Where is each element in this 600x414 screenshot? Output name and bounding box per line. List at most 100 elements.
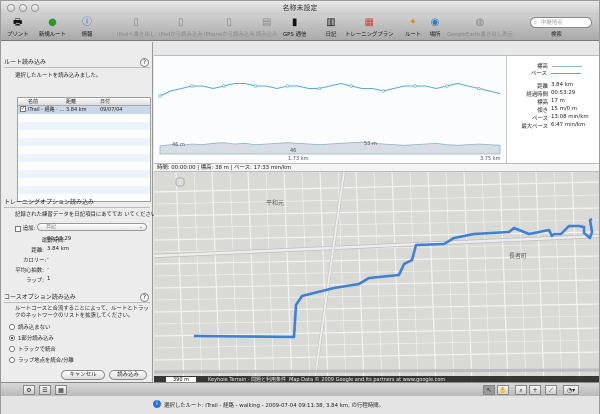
help-icon[interactable]: ? <box>140 293 149 302</box>
pace-point <box>253 84 258 88</box>
status-text: 選択したルート: iTrail - 経路 - walking - 2009-07… <box>164 403 384 409</box>
stat-value: 6:47 min/km <box>551 122 586 128</box>
pace-point <box>317 86 321 91</box>
route-table[interactable]: 名前 距離 日付 ✓ iTrail - 経路 · ... 3.84 km 09/… <box>17 97 151 202</box>
table-row-empty <box>18 114 150 122</box>
training-plan-button[interactable]: ▦ トレーニングプラン <box>345 16 394 38</box>
legend-pace: ペース <box>531 69 581 77</box>
avg-heart-rate-value: - <box>47 266 49 272</box>
cancel-button[interactable]: キャンセル <box>61 370 105 380</box>
pace-point <box>158 94 162 98</box>
title-bar: 名称未設定 <box>1 1 599 15</box>
search-icon: ⌕ <box>534 20 538 26</box>
radio-merge-laps[interactable]: ラップ地点を統合/分離 <box>9 356 74 364</box>
chart-annotation-46m: 46 m <box>172 142 185 148</box>
grid-view-button[interactable]: ▦ <box>55 385 67 395</box>
map-svg: 平和元 長者町 <box>154 172 599 385</box>
crosshair-tool-button[interactable]: + <box>529 385 541 395</box>
training-import-header: トレーニングオプション読み込み <box>4 198 150 208</box>
search-input[interactable]: ⌕ 中継地点 <box>530 17 592 28</box>
stat-label: 距離 <box>537 84 548 90</box>
calories-label: カロリー: <box>23 258 47 264</box>
help-icon[interactable]: ? <box>140 58 149 67</box>
ipod-export-button[interactable]: ▯ iPodへ書き出し <box>117 16 155 38</box>
pace-point <box>445 84 449 88</box>
pace-point <box>349 84 353 88</box>
map-view[interactable]: 平和元 長者町 390 m Keyhole Terrain · 問題と利用条件 … <box>154 172 599 385</box>
radio-no-import[interactable]: 読み込まない <box>9 323 50 331</box>
table-row-empty <box>18 154 150 162</box>
magnifier-icon: ⌕ <box>519 387 523 394</box>
zoom-tool-button[interactable]: ⌕ <box>515 385 527 395</box>
pointer-tool-button[interactable]: ↖ <box>483 385 495 395</box>
zoom-window-button[interactable] <box>31 4 39 12</box>
chart-hover-status: 時間: 00:00:00 | 標高: 38 m | ペース: 17:33 min… <box>154 163 599 172</box>
route-import-instruction: 選択したルートを読み込みました。 <box>15 73 102 79</box>
crosshair-icon: + <box>532 387 538 394</box>
stat-label: 最大ペース <box>521 124 548 130</box>
list-view-button[interactable]: ☰ <box>39 385 51 395</box>
duration-value: 00:53:29 <box>47 236 72 242</box>
left-panel: ルート読み込み ? 選択したルートを読み込みました。 名前 距離 日付 ✓ iT… <box>1 42 162 382</box>
measure-tool-button[interactable]: ⟋ <box>545 385 557 395</box>
import-confirm-button[interactable]: 読み込み <box>109 370 147 380</box>
grid-icon: ▦ <box>58 387 64 394</box>
training-import-instruction: 記録された練習データを日記項目にあててお いてください。 <box>15 212 162 218</box>
stat-value: 17 m <box>551 98 565 104</box>
import-icon: ▤ <box>262 17 272 28</box>
distance-value: 3.84 km <box>47 246 70 252</box>
new-route-button[interactable]: ● 新規ルート <box>39 16 66 38</box>
window-title: 名称未設定 <box>282 4 318 12</box>
pace-point <box>477 86 481 91</box>
route-import-header: ルート読み込み ? <box>4 58 150 68</box>
route-icon: ✦ <box>408 17 418 28</box>
table-row[interactable]: ✓ iTrail - 経路 · ... 3.84 km 09/07/04 <box>18 106 150 114</box>
map-label-heiwamoto: 平和元 <box>266 199 284 207</box>
legend-elevation-line <box>551 66 582 67</box>
radio-merge-track[interactable]: トラックで統合 <box>9 345 56 353</box>
stat-label: 傾き <box>537 108 548 114</box>
route-button[interactable]: ✦ ルート <box>405 16 421 38</box>
elevation-pace-chart[interactable]: 46 m 46 53 m 1.73 km 3.75 km <box>154 55 506 164</box>
radio-partial-import[interactable]: 1部分読み込み <box>9 334 54 342</box>
laps-label: ラップ: <box>26 278 44 284</box>
map-zoom-control[interactable] <box>175 177 185 187</box>
iphone-import-button[interactable]: ▯ iPhoneから読み込み <box>204 16 255 38</box>
info-button[interactable]: ⓘ 情報 <box>81 16 93 38</box>
printer-icon: 🖶 <box>13 17 23 28</box>
stat-value: 13:08 min/km <box>551 114 589 120</box>
toolbar: 🖶 プリント ● 新規ルート ⓘ 情報 ▯ iPodへ書き出し ▯ iPodから読み込み … <box>1 15 599 41</box>
print-button[interactable]: 🖶 プリント <box>7 16 29 38</box>
table-row-empty <box>18 178 150 186</box>
legend-pace-line <box>550 73 581 74</box>
minimize-window-button[interactable] <box>19 4 27 12</box>
place-button[interactable]: ◉ 場所 <box>429 16 441 38</box>
settings-gear-button[interactable]: ⚙ <box>23 385 35 395</box>
table-row-empty <box>18 162 150 170</box>
app-window: 名称未設定 🖶 プリント ● 新規ルート ⓘ 情報 ▯ iPodへ書き出し ▯ iPodか… <box>0 0 600 414</box>
gear-icon: ⚙ <box>26 387 32 394</box>
google-earth-button[interactable]: ◍ GoogleEarth書き出し表示 <box>447 16 513 38</box>
hand-tool-button[interactable]: ✋ <box>497 385 509 395</box>
ipod-export-icon: ▯ <box>133 17 139 28</box>
ipod-import-button[interactable]: ▯ iPodから読み込み <box>159 16 203 38</box>
diary-button[interactable]: ▥ 日記 <box>325 16 337 38</box>
ipod-import-icon: ▯ <box>178 17 184 28</box>
add-target-select[interactable]: 日記 ⌄ <box>37 223 147 231</box>
calories-value: - <box>47 256 49 262</box>
gps-icon: ▮ <box>291 17 298 28</box>
import-button[interactable]: ▤ 読み込み <box>256 16 278 38</box>
chevron-down-icon: ◔▾ <box>566 387 576 394</box>
close-window-button[interactable] <box>7 4 15 12</box>
gps-button[interactable]: ▮ GPS 通信 <box>283 16 306 38</box>
stat-value: 00:53:29 <box>551 90 576 96</box>
add-checkbox[interactable]: 追加: <box>15 224 35 232</box>
ruler-icon: ⟋ <box>548 387 554 394</box>
stat-label: ペース <box>532 116 548 122</box>
arrow-icon: ↖ <box>486 387 492 394</box>
options-menu-button[interactable]: ◔▾ <box>563 385 579 395</box>
calendar-icon: ▦ <box>364 17 374 28</box>
chevron-down-icon: ⌄ <box>138 224 143 230</box>
laps-value: 1 <box>47 276 51 282</box>
avg-heart-rate-label: 平均心拍数: <box>15 268 44 274</box>
